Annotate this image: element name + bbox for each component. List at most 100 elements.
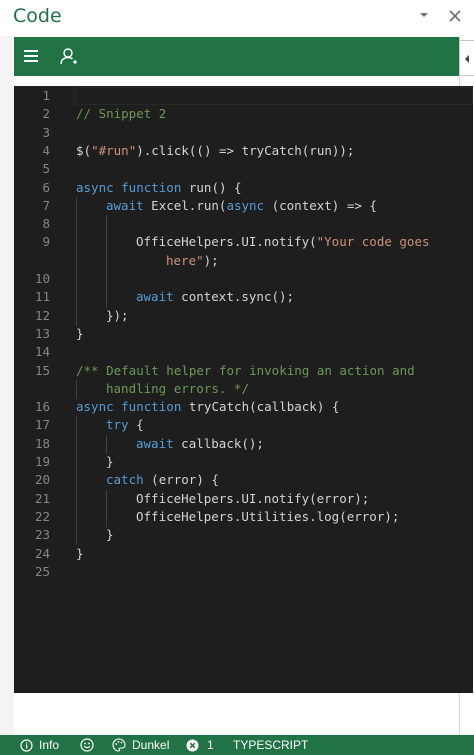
- line-number: 22: [34, 508, 50, 524]
- indent-guide: [76, 453, 77, 473]
- code-line: 1: [14, 87, 473, 105]
- code-text: try {: [106, 416, 144, 434]
- indent-guide: [76, 379, 77, 400]
- line-number: 19: [34, 454, 50, 469]
- smiley-icon: [80, 738, 94, 752]
- pane-left-gutter: [0, 36, 14, 735]
- collapse-pane-button[interactable]: [459, 40, 474, 76]
- code-text: });: [106, 307, 129, 325]
- indent-guide: [76, 306, 77, 326]
- code-text: here");: [166, 252, 219, 270]
- feedback-button[interactable]: [80, 735, 100, 755]
- line-number: 1: [42, 88, 50, 103]
- code-line: 3: [14, 124, 473, 142]
- line-number: 20: [34, 472, 50, 488]
- indent-guide: [76, 196, 77, 217]
- code-text: await callback();: [136, 435, 264, 453]
- line-number: 6: [42, 179, 50, 195]
- code-token: }: [106, 527, 114, 543]
- code-line: 19}: [14, 453, 473, 473]
- theme-switcher[interactable]: Dunkel: [112, 735, 169, 755]
- info-icon: [20, 738, 33, 752]
- error-circle-icon: [186, 739, 199, 751]
- line-number: 21: [34, 490, 50, 506]
- line-number: 25: [34, 563, 50, 579]
- line-number: 9: [42, 234, 50, 250]
- code-token: OfficeHelpers.UI.notify(error);: [136, 490, 370, 506]
- status-info[interactable]: Info: [20, 735, 59, 755]
- code-text: // Snippet 2: [76, 105, 166, 123]
- language-mode[interactable]: TYPESCRIPT: [233, 735, 308, 755]
- code-text: async function tryCatch(callback) {: [76, 398, 339, 416]
- chevron-left-icon: [465, 55, 469, 63]
- code-token: $(: [76, 142, 92, 158]
- line-number: 4: [42, 142, 50, 158]
- code-line: 17 try {: [14, 416, 473, 436]
- line-number: 5: [42, 161, 50, 177]
- code-token: catch: [106, 472, 144, 488]
- code-line: 24}: [14, 545, 473, 563]
- code-text: }: [106, 526, 114, 544]
- line-number: 17: [34, 417, 50, 433]
- code-line: 20 catch (error) {: [14, 471, 473, 491]
- close-icon[interactable]: [448, 9, 462, 23]
- indent-guide: [76, 251, 77, 271]
- code-token: OfficeHelpers.UI.notify(: [136, 234, 317, 250]
- code-token: "Your code goes: [316, 234, 430, 250]
- code-token: await: [106, 197, 144, 213]
- chevron-down-icon[interactable]: [419, 11, 429, 19]
- indent-guide: [106, 215, 107, 235]
- status-info-label: Info: [39, 738, 60, 752]
- code-line: 12});: [14, 306, 473, 326]
- indent-guide: [106, 270, 107, 290]
- line-number: 24: [34, 545, 50, 561]
- code-token: async function: [76, 399, 182, 415]
- code-line: 15 /** Default helper for invoking an act…: [14, 362, 473, 380]
- line-number: 8: [42, 216, 50, 232]
- code-token: // Snippet 2: [76, 106, 167, 122]
- error-count: 1: [207, 738, 214, 752]
- indent-guide: [76, 233, 77, 253]
- code-token: );: [203, 252, 219, 268]
- palette-icon: [112, 738, 126, 752]
- code-token: here": [166, 252, 204, 268]
- code-token: OfficeHelpers.Utilities.log(error);: [136, 508, 400, 524]
- code-line: 8: [14, 215, 473, 235]
- code-line: 9 OfficeHelpers.UI.notify("Your code goes: [14, 233, 473, 253]
- code-token: await: [136, 289, 174, 305]
- code-line: 6 async function run() {: [14, 179, 473, 197]
- code-editor[interactable]: 1 2// Snippet 2 3 4 $("#run").click(() => tr…: [14, 86, 473, 693]
- code-token: Excel.run(: [143, 197, 227, 213]
- line-number: 23: [34, 527, 50, 543]
- theme-label: Dunkel: [132, 738, 170, 752]
- code-token: }: [76, 545, 84, 561]
- code-line: 13}: [14, 325, 473, 343]
- code-line: 5: [14, 160, 473, 178]
- person-icon[interactable]: [58, 46, 80, 68]
- code-token: async function: [76, 179, 182, 195]
- code-line: 25: [14, 563, 473, 581]
- line-number: 10: [34, 271, 50, 286]
- pane-title: Code: [13, 5, 62, 27]
- code-token: context.sync();: [173, 289, 295, 305]
- code-token: (context) => {: [264, 197, 377, 213]
- hamburger-menu-icon[interactable]: [24, 48, 44, 66]
- code-token: ).click(() => tryCatch(run));: [136, 142, 355, 158]
- code-token: {: [128, 417, 144, 433]
- code-line: 16 async function tryCatch(callback) {: [14, 398, 473, 416]
- line-number: 11: [34, 289, 50, 305]
- indent-guide: [106, 251, 107, 271]
- code-text: OfficeHelpers.UI.notify("Your code goes: [136, 233, 430, 251]
- indent-guide: [76, 270, 77, 290]
- indent-guide: [76, 471, 77, 491]
- code-line: 18 await callback();: [14, 434, 473, 454]
- code-token: try: [106, 417, 129, 433]
- code-line: 10: [14, 270, 473, 290]
- code-token: async: [226, 197, 265, 213]
- line-number: 12: [34, 307, 50, 323]
- code-text: catch (error) {: [106, 471, 219, 489]
- language-label: TYPESCRIPT: [233, 738, 309, 752]
- indent-guide: [76, 416, 77, 436]
- indent-guide: [106, 507, 107, 528]
- error-indicator[interactable]: 1: [186, 735, 214, 755]
